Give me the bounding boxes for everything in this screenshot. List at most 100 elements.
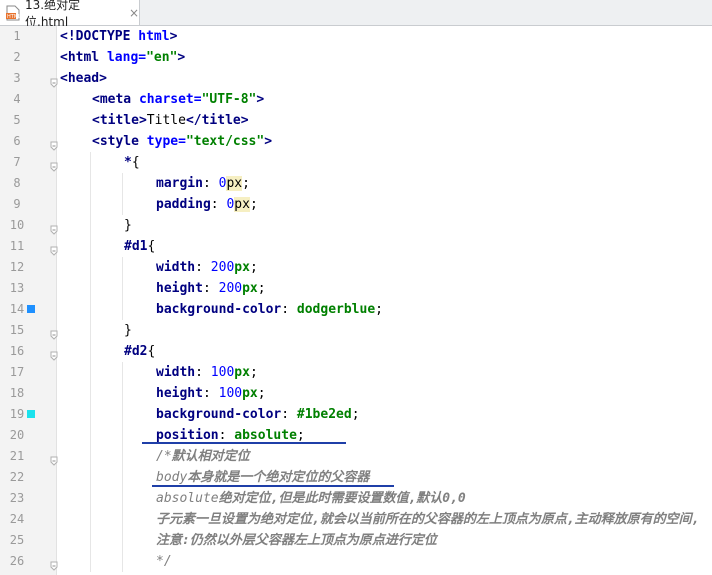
code-token: <meta [92, 92, 139, 107]
fold-icon[interactable] [50, 556, 58, 571]
code-token: : [195, 365, 211, 380]
code-token: } [124, 323, 132, 338]
indent-guide [122, 530, 123, 551]
code-token: html [138, 29, 170, 44]
code-token: 100 [210, 365, 235, 380]
line-number: 10 [9, 218, 25, 232]
fold-icon[interactable] [50, 346, 58, 361]
code-token: width [156, 260, 196, 275]
line-number: 8 [13, 176, 21, 190]
line-number: 18 [9, 386, 25, 400]
code-text: <!DOCTYPE html> [60, 26, 177, 47]
code-token: background-color [156, 302, 282, 317]
code-line: 3 <head> [0, 68, 712, 89]
code-line: 11 #d1{ [0, 236, 712, 257]
code-token: > [256, 92, 265, 107]
code-text: background-color: #1be2ed; [156, 404, 360, 425]
code-token: { [131, 155, 140, 170]
fold-icon[interactable] [50, 241, 58, 256]
tab-file[interactable]: HTML 13.绝对定位.html × [0, 0, 140, 29]
code-token: type= [146, 134, 186, 149]
indent-guide [122, 551, 123, 572]
code-token: background-color [156, 407, 282, 422]
line-number: 4 [13, 92, 21, 106]
code-text: 注意:仍然以外层父容器左上顶点为原点进行定位 [156, 530, 437, 551]
indent-guide [90, 257, 91, 278]
line-number: 5 [13, 113, 21, 127]
line-number: 20 [9, 428, 25, 442]
code-line: 2 <html lang="en"> [0, 47, 712, 68]
indent-guide [122, 299, 123, 320]
code-token: > [177, 50, 186, 65]
code-token: 100 [218, 386, 243, 401]
code-token: { [147, 344, 156, 359]
fold-icon[interactable] [50, 220, 58, 235]
indent-guide [90, 278, 91, 299]
code-token: position [156, 428, 219, 443]
line-number: 1 [13, 29, 21, 43]
fold-icon[interactable] [50, 451, 58, 466]
code-token: ; [375, 302, 383, 317]
code-text: 子元素一旦设置为绝对定位,就会以当前所在的父容器的左上顶点为原点,主动释放原有的… [156, 509, 699, 530]
code-token: ; [257, 386, 266, 401]
line-number: 16 [9, 344, 25, 358]
code-line: 8 margin: 0px; [0, 173, 712, 194]
code-token: Title [146, 113, 186, 128]
indent-guide [90, 551, 91, 572]
code-token: : [281, 407, 297, 422]
indent-guide [122, 362, 123, 383]
code-token: height [156, 281, 203, 296]
indent-guide [90, 236, 91, 257]
indent-guide [122, 278, 123, 299]
code-token: px [234, 365, 250, 380]
code-token: ; [249, 197, 258, 212]
code-line: 5 <title>Title</title> [0, 110, 712, 131]
svg-text:HTML: HTML [7, 14, 20, 20]
indent-guide [90, 509, 91, 530]
code-token: lang= [106, 50, 147, 65]
code-token: px [234, 197, 250, 212]
color-swatch-icon [27, 305, 35, 313]
code-line: 14 background-color: dodgerblue; [0, 299, 712, 320]
code-token: 默认相对定位 [171, 449, 250, 464]
code-token: px [234, 260, 250, 275]
fold-icon[interactable] [50, 136, 58, 151]
fold-icon[interactable] [50, 157, 58, 172]
indent-guide [90, 194, 91, 215]
code-token: : [202, 281, 219, 296]
line-number: 17 [9, 365, 25, 379]
code-text: height: 100px; [156, 383, 266, 404]
code-token: <style [92, 134, 147, 149]
code-text: #d2{ [124, 341, 155, 362]
indent-guide [90, 320, 91, 341]
code-line: 1 <!DOCTYPE html> [0, 26, 712, 47]
code-token: px [242, 281, 258, 296]
code-text: background-color: dodgerblue; [156, 299, 383, 320]
line-number: 12 [9, 260, 25, 274]
indent-guide [122, 173, 123, 194]
line-number: 25 [9, 533, 25, 547]
underline-position [142, 442, 346, 444]
code-token: absolute [234, 428, 297, 443]
indent-guide [90, 362, 91, 383]
close-icon[interactable]: × [129, 6, 139, 20]
code-token: ; [351, 407, 360, 422]
line-number: 24 [9, 512, 25, 526]
indent-guide [90, 488, 91, 509]
code-line: 15} [0, 320, 712, 341]
fold-icon[interactable] [50, 325, 58, 340]
fold-icon[interactable] [50, 73, 58, 88]
code-token: px [226, 176, 243, 191]
code-token: #d2 [124, 344, 148, 359]
code-token: charset= [138, 92, 202, 107]
line-number: 2 [13, 50, 21, 64]
indent-guide [90, 404, 91, 425]
indent-guide [90, 341, 91, 362]
code-token: : [195, 260, 211, 275]
indent-guide [90, 383, 91, 404]
code-editor[interactable]: 1 <!DOCTYPE html> 2 <html lang="en"> 3 <head>… [0, 26, 712, 575]
code-text: *{ [124, 152, 140, 173]
code-text: width: 200px; [156, 257, 258, 278]
indent-guide [122, 488, 123, 509]
code-text: #d1{ [124, 236, 155, 257]
